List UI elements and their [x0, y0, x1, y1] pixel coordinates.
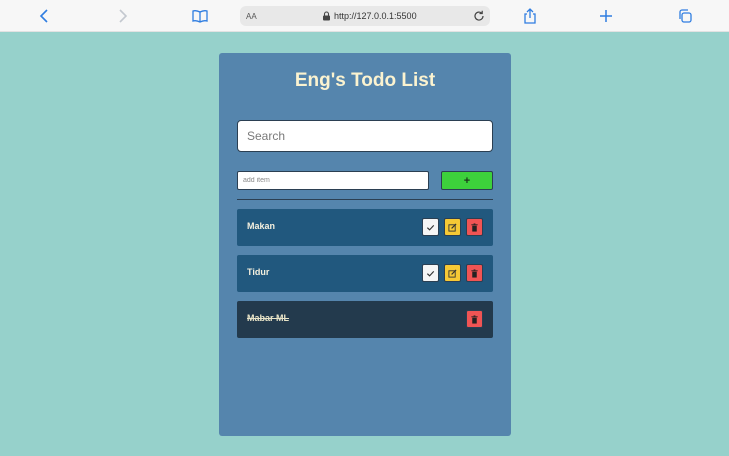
trash-icon — [471, 268, 478, 278]
browser-toolbar: AA http://127.0.0.1:5500 — [0, 0, 729, 32]
tabs-overview-icon[interactable] — [675, 6, 695, 26]
todo-item: Tidur — [237, 255, 493, 292]
back-icon[interactable] — [35, 6, 55, 26]
trash-icon — [471, 222, 478, 232]
complete-button[interactable] — [422, 218, 439, 236]
edit-button[interactable] — [444, 264, 461, 282]
reload-icon[interactable] — [472, 9, 486, 23]
todo-card: Eng's Todo List + Makan Tidur Mabar M — [219, 53, 511, 436]
todo-label: Makan — [247, 221, 276, 231]
edit-icon — [448, 222, 457, 232]
add-item-button[interactable]: + — [441, 171, 493, 190]
delete-button[interactable] — [466, 310, 483, 328]
edit-icon — [448, 268, 457, 278]
check-icon — [426, 270, 435, 277]
check-icon — [426, 224, 435, 231]
complete-button[interactable] — [422, 264, 439, 282]
delete-button[interactable] — [466, 218, 483, 236]
forward-icon[interactable] — [112, 6, 132, 26]
todo-item: Makan — [237, 209, 493, 246]
search-input[interactable] — [237, 120, 493, 152]
bookmarks-icon[interactable] — [190, 6, 210, 26]
url-text: http://127.0.0.1:5500 — [334, 11, 417, 21]
divider — [237, 199, 493, 200]
delete-button[interactable] — [466, 264, 483, 282]
todo-item-completed: Mabar ML — [237, 301, 493, 338]
add-button-label: + — [463, 174, 471, 187]
page-title: Eng's Todo List — [294, 70, 436, 91]
todo-label: Tidur — [247, 267, 270, 277]
lock-icon — [323, 11, 330, 21]
new-tab-icon[interactable] — [596, 6, 616, 26]
text-size-button[interactable]: AA — [246, 12, 257, 21]
add-item-input[interactable] — [237, 171, 429, 190]
address-bar[interactable]: AA http://127.0.0.1:5500 — [240, 6, 490, 26]
edit-button[interactable] — [444, 218, 461, 236]
trash-icon — [471, 314, 478, 324]
todo-label: Mabar ML — [247, 313, 290, 323]
share-icon[interactable] — [520, 6, 540, 26]
